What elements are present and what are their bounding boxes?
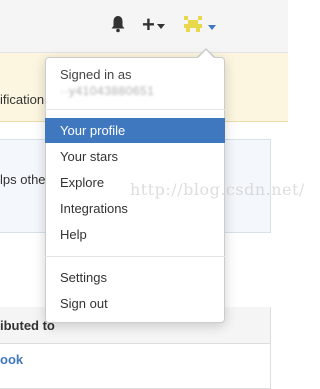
menu-item-integrations[interactable]: Integrations <box>45 196 225 221</box>
plus-icon: + <box>142 12 155 37</box>
menu-item-your-stars[interactable]: Your stars <box>45 144 225 169</box>
info-panel-text: lps othe <box>0 172 46 187</box>
avatar-icon[interactable] <box>183 15 203 38</box>
menu-item-settings[interactable]: Settings <box>45 265 225 290</box>
create-new-button[interactable]: + <box>142 12 165 37</box>
signed-in-label: Signed in as <box>60 67 132 82</box>
menu-item-sign-out[interactable]: Sign out <box>45 291 225 316</box>
watermark-text: http://blog.csdn.net/ <box>130 180 305 199</box>
chevron-down-icon <box>156 23 165 29</box>
dropdown-pointer-fill <box>198 50 214 58</box>
menu-item-help[interactable]: Help <box>45 222 225 247</box>
signed-in-username: ··y41043880651 <box>60 84 155 98</box>
avatar-chevron-down-icon[interactable] <box>208 25 216 30</box>
dropdown-divider <box>45 256 225 257</box>
contributed-repo-link[interactable]: ook <box>0 352 23 367</box>
dropdown-divider <box>45 109 225 110</box>
menu-item-your-profile[interactable]: Your profile <box>45 118 225 143</box>
bell-icon[interactable] <box>110 15 126 38</box>
notice-text: ification <box>0 92 45 107</box>
